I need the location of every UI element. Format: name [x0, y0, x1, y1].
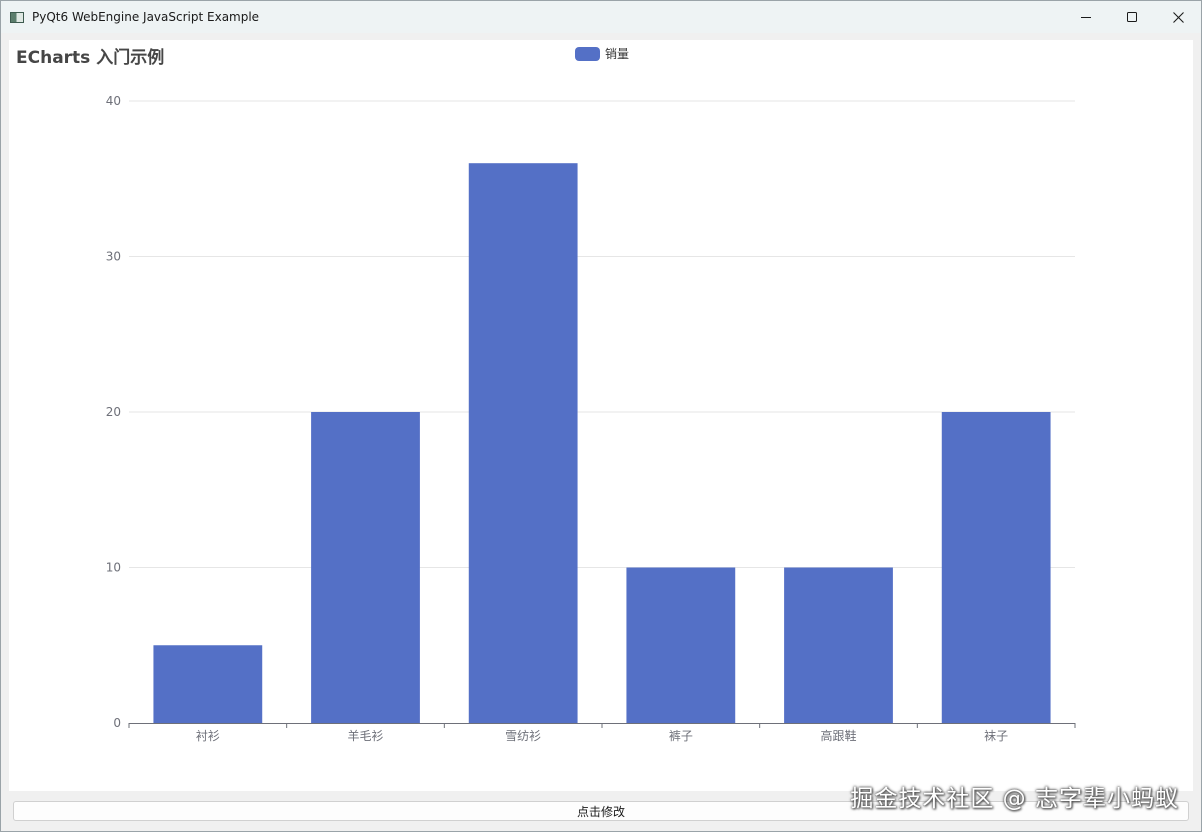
window-title: PyQt6 WebEngine JavaScript Example: [32, 10, 260, 24]
y-tick-label: 0: [113, 716, 121, 730]
minimize-button[interactable]: [1063, 1, 1109, 33]
maximize-icon: [1127, 12, 1137, 22]
x-tick-label: 高跟鞋: [820, 728, 856, 743]
bar-2[interactable]: [311, 412, 420, 723]
y-tick-label: 10: [106, 561, 121, 575]
bar-6[interactable]: [941, 412, 1051, 723]
x-tick-label: 裤子: [669, 729, 693, 743]
bar-3[interactable]: [468, 163, 578, 723]
x-tick-label: 袜子: [984, 729, 1008, 743]
watermark-text: 掘金技术社区 @ 志字辈小蚂蚁: [850, 786, 1179, 812]
close-icon: [1172, 11, 1184, 23]
y-tick-label: 40: [106, 94, 121, 108]
app-icon: [10, 11, 24, 23]
bar-1[interactable]: [153, 645, 263, 723]
close-button[interactable]: [1155, 1, 1201, 33]
web-view: ECharts 入门示例 销量 0 10 20 30 40 衬衫 羊毛衫 雪纺衫 裤子 高跟鞋 袜子: [9, 40, 1193, 791]
title-bar[interactable]: PyQt6 WebEngine JavaScript Example: [1, 1, 1201, 33]
x-tick-label: 雪纺衫: [505, 729, 541, 743]
app-window: PyQt6 WebEngine JavaScript Example EChar…: [0, 0, 1202, 832]
y-tick-label: 30: [106, 250, 121, 264]
window-controls: [1063, 1, 1201, 33]
bar-4[interactable]: [626, 567, 736, 724]
minimize-icon: [1081, 17, 1091, 18]
x-tick-label: 羊毛衫: [347, 728, 383, 743]
bar-5[interactable]: [784, 567, 893, 724]
bar-chart: 0 10 20 30 40 衬衫 羊毛衫 雪纺衫 裤子 高跟鞋 袜子: [106, 94, 1076, 743]
maximize-button[interactable]: [1109, 1, 1155, 33]
y-tick-label: 20: [106, 405, 121, 419]
x-tick-label: 衬衫: [196, 729, 220, 743]
